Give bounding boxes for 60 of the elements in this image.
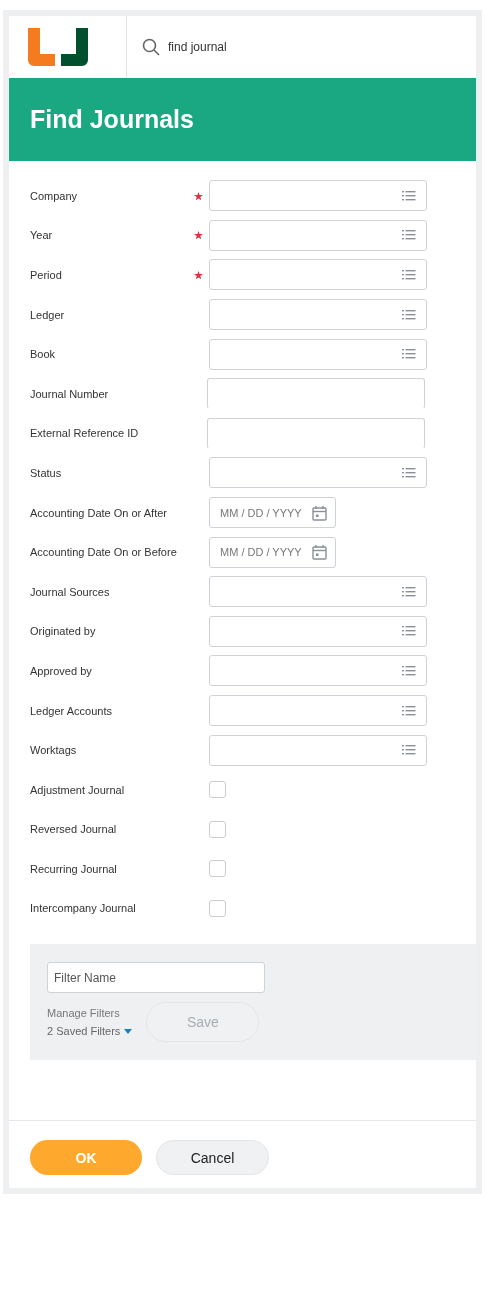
field-label: Period (30, 269, 63, 281)
list-icon[interactable] (402, 269, 416, 281)
list-icon[interactable] (402, 585, 416, 598)
page-title: Find Journals (30, 105, 194, 134)
checkbox[interactable] (209, 781, 226, 799)
prompt-field[interactable] (209, 615, 427, 647)
field-label: Accounting Date On or Before (30, 546, 178, 559)
field-label: Journal Number (30, 387, 110, 400)
field-label: Recurring Journal (30, 862, 118, 875)
field-label: Journal Sources (30, 585, 111, 598)
prompt-field[interactable] (209, 734, 427, 766)
field-label: Accounting Date On or After (30, 506, 168, 519)
list-icon[interactable] (402, 189, 416, 202)
field-label: Approved by (30, 664, 93, 677)
checkbox[interactable] (209, 860, 226, 878)
prompt-field[interactable] (209, 576, 427, 608)
filter-name-field[interactable]: Filter Name (47, 962, 265, 994)
prompt-field[interactable] (209, 180, 427, 212)
list-icon[interactable] (402, 466, 416, 479)
prompt-field[interactable] (209, 695, 427, 726)
date-field[interactable]: MM / DD / YYYY (209, 536, 336, 568)
field-label: Status (30, 466, 63, 479)
list-icon[interactable] (402, 704, 416, 717)
list-icon[interactable] (402, 744, 416, 757)
field-label: Book (30, 348, 57, 361)
list-icon[interactable] (402, 625, 416, 638)
prompt-field[interactable] (209, 259, 427, 291)
prompt-field[interactable] (209, 338, 427, 370)
checkbox[interactable] (209, 900, 226, 917)
field-label: Year (30, 229, 54, 242)
caret-icon (124, 1028, 133, 1034)
calendar-icon[interactable] (312, 544, 327, 561)
date-field[interactable]: MM / DD / YYYY (209, 497, 336, 529)
cancel-button[interactable]: Cancel (156, 1140, 269, 1176)
list-icon[interactable] (402, 308, 416, 321)
search-query[interactable]: find journal (168, 40, 227, 54)
input-field[interactable] (207, 417, 425, 449)
field-label: Adjustment Journal (30, 783, 126, 796)
prompt-field[interactable] (209, 219, 427, 251)
prompt-field[interactable] (209, 655, 427, 687)
manage-filters-label: Manage Filters (47, 1007, 121, 1020)
logo-icon[interactable] (28, 28, 88, 66)
prompt-field[interactable] (209, 457, 427, 489)
field-label: Intercompany Journal (30, 902, 137, 915)
field-label: External Reference ID (30, 427, 140, 440)
search-icon[interactable] (142, 38, 160, 56)
list-icon[interactable] (402, 348, 416, 361)
field-label: Reversed Journal (30, 823, 118, 836)
field-label: Worktags (30, 744, 78, 757)
field-label: Ledger (30, 308, 66, 321)
field-label: Company (30, 189, 79, 202)
list-icon[interactable] (402, 229, 416, 242)
checkbox[interactable] (209, 820, 226, 838)
calendar-icon[interactable] (312, 504, 327, 521)
saved-filters-dropdown[interactable]: 2 Saved Filters (47, 1025, 133, 1038)
prompt-field[interactable] (209, 299, 427, 331)
list-icon[interactable] (402, 664, 416, 677)
field-label: Originated by (30, 625, 97, 638)
field-label: Ledger Accounts (30, 704, 113, 717)
input-field[interactable] (207, 378, 425, 410)
